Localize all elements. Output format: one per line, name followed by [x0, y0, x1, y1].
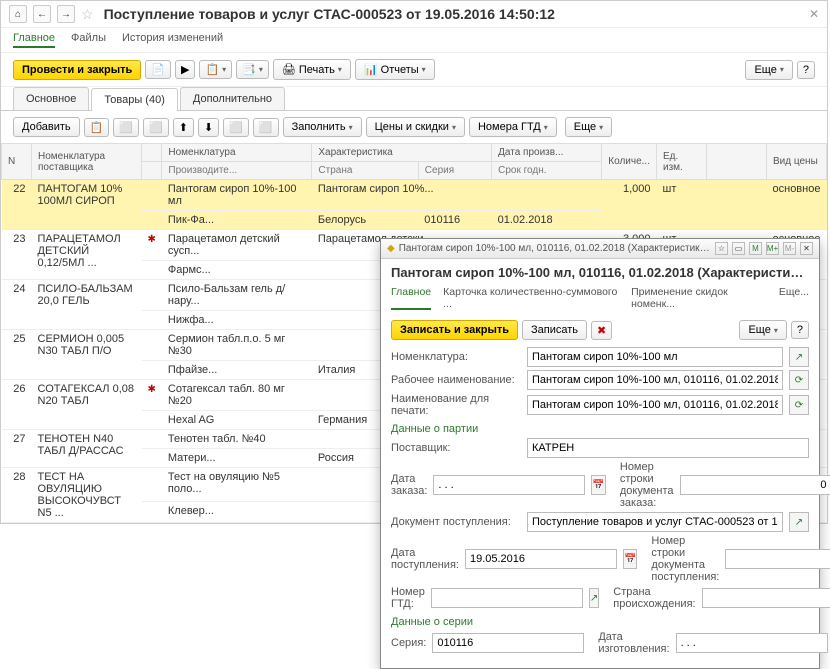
- open-icon[interactable]: ↗: [789, 347, 809, 367]
- work-field[interactable]: [527, 370, 783, 390]
- tab-main[interactable]: Главное: [13, 32, 55, 48]
- add-button[interactable]: Добавить: [13, 117, 80, 137]
- move-up-button[interactable]: ⬆: [173, 118, 194, 137]
- tab-files[interactable]: Файлы: [71, 32, 106, 48]
- refresh-icon-2[interactable]: ⟳: [789, 395, 809, 415]
- win-btn-4[interactable]: M+: [766, 242, 779, 255]
- col-proddate[interactable]: Дата произв...: [492, 144, 602, 162]
- open-gtd-icon[interactable]: ↗: [589, 588, 599, 608]
- section-batch: Данные о партии: [391, 423, 809, 435]
- post-and-close-button[interactable]: Провести и закрыть: [13, 60, 141, 80]
- more-button[interactable]: Еще▾: [745, 60, 792, 80]
- tb-btn-2[interactable]: ⬜: [143, 118, 169, 137]
- move-down-button[interactable]: ⬇: [198, 118, 219, 137]
- win-btn-1[interactable]: ☆: [715, 242, 728, 255]
- popup-delete-button[interactable]: ✖: [591, 321, 612, 340]
- section-series: Данные о серии: [391, 616, 809, 628]
- open-doc-icon[interactable]: ↗: [789, 512, 809, 532]
- receipt-doc-field[interactable]: [527, 512, 783, 532]
- col-supplier-nom[interactable]: Номенклатура поставщика: [32, 144, 142, 180]
- based-on-button[interactable]: 📑▾: [236, 60, 269, 79]
- popup-tab-more[interactable]: Еще...: [779, 286, 809, 310]
- gtd-field[interactable]: [431, 588, 583, 608]
- col-nom[interactable]: Номенклатура: [162, 144, 312, 162]
- popup-save-button[interactable]: Записать: [522, 320, 587, 340]
- win-btn-3[interactable]: M: [749, 242, 762, 255]
- popup-tab-card[interactable]: Карточка количественно-суммового ...: [443, 286, 619, 310]
- save-button[interactable]: 📄: [145, 60, 171, 79]
- col-pricetype[interactable]: Вид цены: [767, 144, 827, 180]
- reports-button[interactable]: 📊 Отчеты▾: [355, 59, 435, 80]
- popup-tab-disc[interactable]: Применение скидок номенк...: [631, 286, 767, 310]
- gtd-button[interactable]: Номера ГТД▾: [469, 117, 557, 137]
- fill-button[interactable]: Заполнить▾: [283, 117, 362, 137]
- calendar-icon[interactable]: 📅: [591, 475, 605, 495]
- popup-save-close-button[interactable]: Записать и закрыть: [391, 320, 518, 340]
- popup-help-button[interactable]: ?: [791, 321, 809, 339]
- work-label: Рабочее наименование:: [391, 374, 521, 386]
- tab-history[interactable]: История изменений: [122, 32, 223, 48]
- post-button[interactable]: ▶: [175, 60, 195, 79]
- order-line-field[interactable]: [680, 475, 830, 495]
- popup-title: Пантогам сироп 10%-100 мл, 010116, 01.02…: [391, 265, 809, 280]
- tb-btn-1[interactable]: ⬜: [113, 118, 139, 137]
- app-icon: ◆: [387, 243, 395, 254]
- prices-button[interactable]: Цены и скидки▾: [366, 117, 465, 137]
- col-n[interactable]: N: [2, 144, 32, 180]
- origin-field[interactable]: [702, 588, 830, 608]
- inner-more-button[interactable]: Еще▾: [565, 117, 612, 137]
- home-icon[interactable]: ⌂: [9, 5, 27, 23]
- receipt-date-field[interactable]: [465, 549, 617, 569]
- calendar-icon-2[interactable]: 📅: [623, 549, 637, 569]
- col-char[interactable]: Характеристика: [312, 144, 492, 162]
- print-label: Наименование для печати:: [391, 393, 521, 417]
- tb-btn-4[interactable]: ⬜: [253, 118, 279, 137]
- order-date-field[interactable]: [433, 475, 585, 495]
- mfg-date-field[interactable]: [676, 633, 828, 653]
- col-qty[interactable]: Количе...: [602, 144, 657, 180]
- copy-button[interactable]: 📋▾: [199, 60, 232, 79]
- popup-window-title: Пантогам сироп 10%-100 мл, 010116, 01.02…: [399, 243, 711, 254]
- series-field[interactable]: [432, 633, 584, 653]
- col-unit[interactable]: Ед. изм.: [657, 144, 707, 180]
- copy-row-button[interactable]: 📋: [84, 118, 110, 137]
- popup-more-button[interactable]: Еще▾: [739, 320, 786, 340]
- subtab-main[interactable]: Основное: [13, 87, 89, 110]
- popup-tab-main[interactable]: Главное: [391, 286, 431, 310]
- page-title: Поступление товаров и услуг СТАС-000523 …: [104, 6, 803, 22]
- back-icon[interactable]: ←: [33, 5, 51, 23]
- tb-btn-3[interactable]: ⬜: [223, 118, 249, 137]
- help-button[interactable]: ?: [797, 61, 815, 79]
- supplier-field[interactable]: [527, 438, 809, 458]
- win-btn-5[interactable]: M-: [783, 242, 796, 255]
- forward-icon[interactable]: →: [57, 5, 75, 23]
- subtab-goods[interactable]: Товары (40): [91, 88, 177, 111]
- print-button[interactable]: 🖨 Печать▾: [273, 59, 351, 80]
- table-row[interactable]: 22 ПАНТОГАМ 10% 100МЛ СИРОП Пантогам сир…: [2, 180, 827, 211]
- receipt-line-field[interactable]: [725, 549, 830, 569]
- print-field[interactable]: [527, 395, 783, 415]
- subtab-extra[interactable]: Дополнительно: [180, 87, 285, 110]
- nom-field[interactable]: [527, 347, 783, 367]
- characteristic-popup: ◆ Пантогам сироп 10%-100 мл, 010116, 01.…: [380, 238, 820, 669]
- popup-close-icon[interactable]: ✕: [800, 242, 813, 255]
- close-icon[interactable]: ✕: [809, 7, 819, 21]
- star-icon[interactable]: ☆: [81, 6, 94, 23]
- nom-label: Номенклатура:: [391, 351, 521, 363]
- win-btn-2[interactable]: ▭: [732, 242, 745, 255]
- refresh-icon[interactable]: ⟳: [789, 370, 809, 390]
